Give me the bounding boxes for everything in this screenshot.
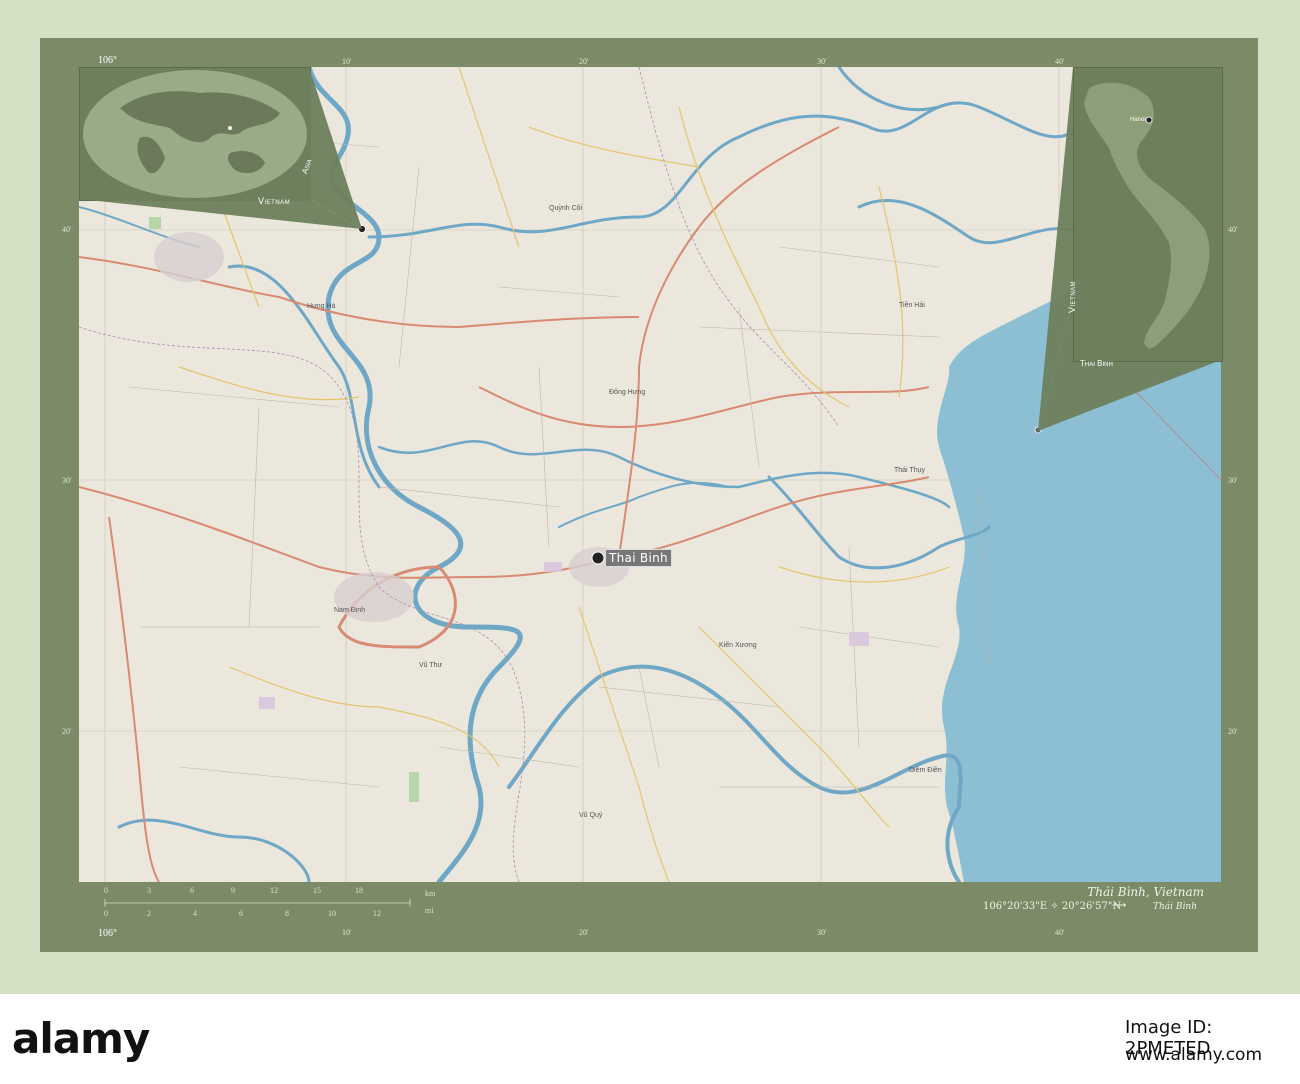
scale-km-tick: 6 xyxy=(190,886,194,895)
scale-mi-tick: 4 xyxy=(193,909,197,918)
country-inset-capital-label: Hanoi xyxy=(1130,117,1146,123)
scale-km-tick: 9 xyxy=(231,886,235,895)
scale-mi-tick: 6 xyxy=(239,909,243,918)
scale-mi-tick: 12 xyxy=(373,909,381,918)
country-inset-map xyxy=(1084,82,1210,349)
footer-title: Thái Bình, Vietnam xyxy=(1087,885,1204,899)
scale-km-unit: km xyxy=(425,889,436,898)
scale-mi-tick: 2 xyxy=(147,909,151,918)
country-inset-country-label: Vietnam xyxy=(1067,280,1077,313)
scale-km-tick: 0 xyxy=(104,886,108,895)
scale-km-tick: 18 xyxy=(355,886,363,895)
scale-mi-tick: 0 xyxy=(104,909,108,918)
world-inset-country-label: Vietnam xyxy=(258,196,291,206)
footer-region: Thái Bình xyxy=(1153,902,1197,912)
footer-coordinates: 106°20'33"E ✧ 20°26'57"N xyxy=(983,901,1122,912)
watermark-url[interactable]: www.alamy.com xyxy=(1125,1045,1262,1065)
watermark-bar xyxy=(0,994,1300,1084)
country-inset xyxy=(1073,67,1223,362)
scale-mi-tick: 10 xyxy=(328,909,336,918)
scale-mi-tick: 8 xyxy=(285,909,289,918)
scale-km-tick: 12 xyxy=(270,886,278,895)
scale-km-tick: 3 xyxy=(147,886,151,895)
scale-km-tick: 15 xyxy=(313,886,321,895)
scale-mi-unit: mi xyxy=(425,906,434,915)
alamy-logo: alamy xyxy=(12,1014,150,1063)
country-inset-region-label: Thai Binh xyxy=(1080,359,1113,368)
arrow-icon: ⟶ xyxy=(1112,900,1127,911)
